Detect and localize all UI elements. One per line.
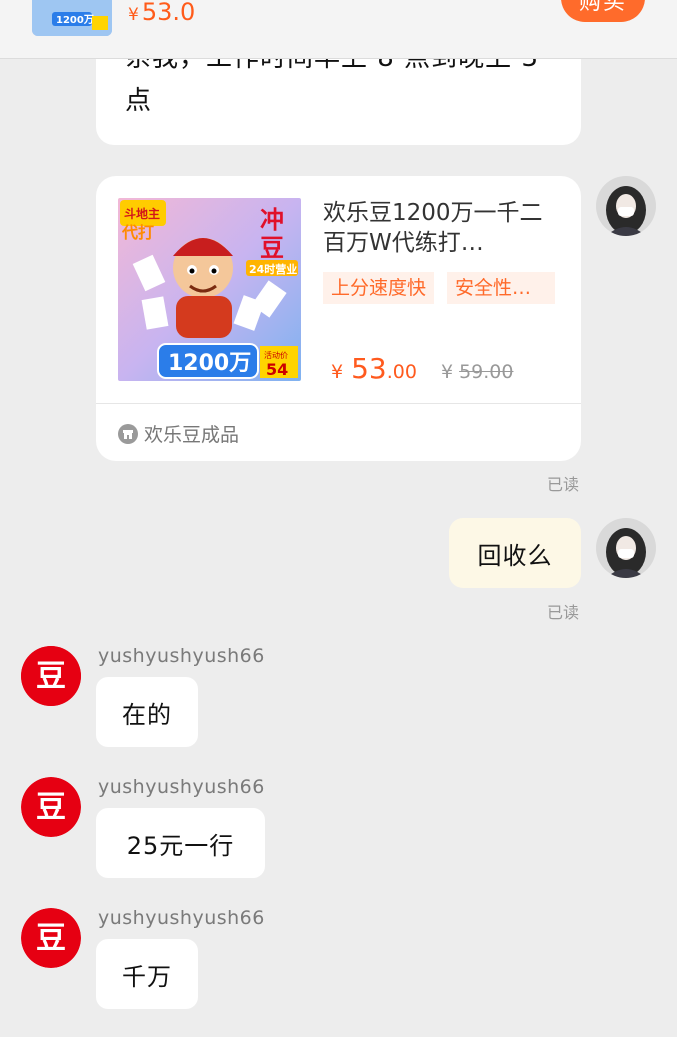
product-tag-1: 上分速度快 — [323, 272, 435, 304]
svg-text:1200万: 1200万 — [168, 351, 251, 376]
seller-avatar[interactable]: 豆 — [21, 777, 81, 837]
incoming-message-bubble: 千万 — [96, 939, 198, 1009]
svg-text:活动价: 活动价 — [264, 350, 288, 360]
svg-text:豆: 豆 — [36, 790, 66, 825]
svg-text:代打: 代打 — [121, 223, 154, 242]
topbar-price: ¥53.0 — [128, 0, 196, 26]
product-title[interactable]: 欢乐豆1200万一千二百万W代练打… — [323, 198, 555, 258]
product-tag-2: 安全性… — [447, 272, 555, 304]
my-avatar[interactable] — [596, 176, 656, 236]
svg-text:豆: 豆 — [36, 659, 66, 694]
svg-text:豆: 豆 — [36, 921, 66, 956]
product-image[interactable]: 斗地主 代打 冲 豆 24时营业 1200万 活动价 54 — [118, 198, 301, 381]
product-topbar[interactable]: 1200万 ¥53.0 购买 — [0, 0, 677, 59]
read-status: 已读 — [547, 475, 580, 494]
product-thumbnail[interactable]: 1200万 — [32, 0, 112, 36]
previous-message-text: 系我，工作时间早上 8 点到晚上 3 点 — [125, 59, 538, 116]
incoming-message-bubble: 在的 — [96, 677, 198, 747]
sender-name: yushyushyush66 — [98, 645, 265, 667]
product-price: ¥53.00 — [331, 352, 417, 385]
my-message-bubble: 回收么 — [449, 518, 581, 588]
svg-text:斗地主: 斗地主 — [124, 206, 160, 221]
sender-name: yushyushyush66 — [98, 776, 265, 798]
svg-text:冲: 冲 — [260, 206, 284, 234]
shop-icon — [118, 423, 138, 444]
buy-button[interactable]: 购买 — [561, 0, 645, 22]
sender-name: yushyushyush66 — [98, 907, 265, 929]
shop-label: 欢乐豆成品 — [144, 424, 240, 446]
seller-avatar[interactable]: 豆 — [21, 646, 81, 706]
svg-text:54: 54 — [266, 360, 288, 379]
shop-link[interactable]: 欢乐豆成品 — [118, 420, 239, 447]
card-divider — [96, 403, 581, 404]
product-card[interactable]: 斗地主 代打 冲 豆 24时营业 1200万 活动价 54 欢乐豆1200万一千… — [96, 176, 581, 461]
svg-text:1200万: 1200万 — [56, 14, 94, 26]
previous-message-bubble: 系我，工作时间早上 8 点到晚上 3 点 — [96, 59, 581, 145]
product-original-price: ¥59.00 — [441, 361, 514, 383]
svg-text:24时营业: 24时营业 — [249, 262, 297, 276]
seller-avatar[interactable]: 豆 — [21, 908, 81, 968]
svg-text:豆: 豆 — [260, 234, 284, 262]
my-avatar[interactable] — [596, 518, 656, 578]
read-status: 已读 — [547, 603, 580, 622]
incoming-message-bubble: 25元一行 — [96, 808, 265, 878]
